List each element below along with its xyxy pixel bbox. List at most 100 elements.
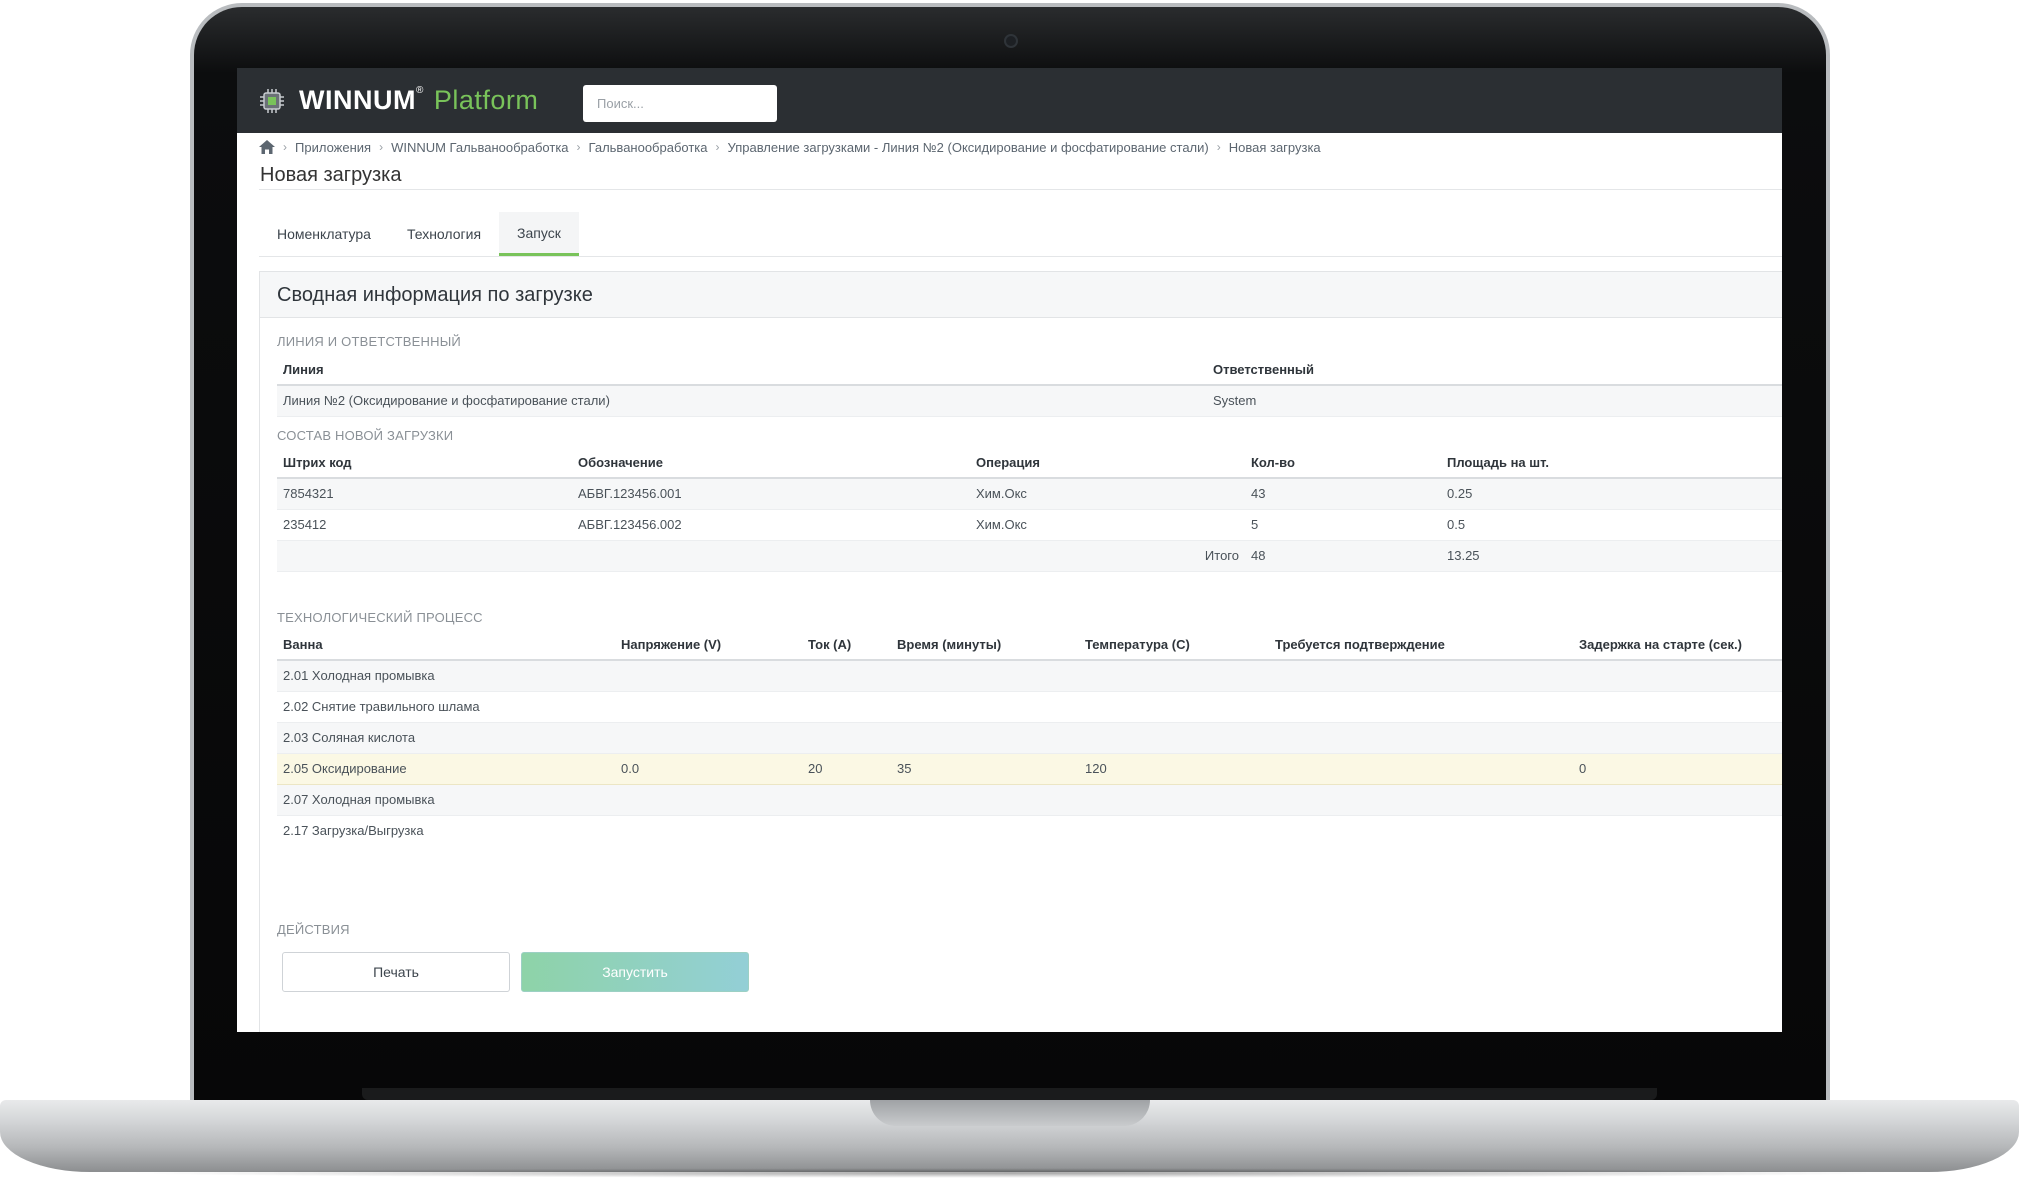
- table-cell: [1079, 691, 1269, 723]
- bath-cell: 2.05 Оксидирование: [277, 752, 615, 785]
- table-row: 2.02 Снятие травильного шлама: [277, 691, 1782, 723]
- column-header: Ответственный: [1207, 354, 1782, 386]
- breadcrumb-separator: ›: [715, 140, 720, 154]
- table-row: Линия №2 (Оксидирование и фосфатирование…: [277, 385, 1782, 417]
- composition-table: Штрих код Обозначение Операция Кол-во Пл…: [277, 447, 1782, 572]
- column-header: Ток (А): [802, 629, 891, 661]
- breadcrumb-item-galvano[interactable]: Гальванообработка: [589, 140, 708, 155]
- table-cell: [1079, 722, 1269, 754]
- table-cell: [1269, 722, 1573, 754]
- breadcrumb-item-current: Новая загрузка: [1228, 139, 1321, 155]
- table-cell: [802, 815, 891, 846]
- column-header: Линия: [277, 354, 1207, 386]
- brand-name: WINNUM: [299, 85, 416, 115]
- table-cell: [802, 722, 891, 754]
- breadcrumb: › Приложения › WINNUM Гальванообработка …: [259, 136, 1321, 158]
- table-cell: [891, 660, 1079, 692]
- table-row: 2.03 Соляная кислота: [277, 722, 1782, 754]
- table-row: 2.17 Загрузка/Выгрузка: [277, 815, 1782, 846]
- line-table: Линия Ответственный Линия №2 (Оксидирова…: [277, 354, 1782, 417]
- table-cell: [1573, 784, 1782, 816]
- panel-header: Сводная информация по загрузке: [259, 271, 1782, 318]
- table-cell: [1573, 660, 1782, 692]
- tab-launch[interactable]: Запуск: [499, 212, 579, 256]
- brand-logo[interactable]: WINNUM® Platform: [299, 85, 538, 116]
- column-header: Температура (С): [1079, 629, 1269, 661]
- run-button[interactable]: Запустить: [521, 952, 749, 992]
- breadcrumb-separator: ›: [283, 140, 287, 154]
- table-cell: [615, 815, 802, 846]
- table-row-highlighted: 2.05 Оксидирование 0.0 20 35 120 0: [277, 752, 1782, 785]
- camera-icon: [1004, 34, 1018, 48]
- table-cell: 43: [1245, 478, 1441, 510]
- section-label-process: ТЕХНОЛОГИЧЕСКИЙ ПРОЦЕСС: [277, 610, 483, 625]
- column-header: Обозначение: [572, 447, 970, 479]
- table-cell: [1573, 691, 1782, 723]
- table-row: 2.01 Холодная промывка: [277, 660, 1782, 692]
- table-cell: [277, 540, 572, 572]
- tab-nomenclature[interactable]: Номенклатура: [259, 212, 389, 256]
- column-header: Напряжение (V): [615, 629, 802, 661]
- process-table: Ванна Напряжение (V) Ток (А) Время (мину…: [277, 629, 1782, 846]
- panel-body: ЛИНИЯ И ОТВЕТСТВЕННЫЙ Линия Ответственны…: [259, 318, 1782, 1032]
- line-cell: Линия №2 (Оксидирование и фосфатирование…: [277, 385, 1207, 417]
- brand-registered-mark: ®: [415, 85, 424, 96]
- tabs-divider: [259, 256, 1782, 257]
- table-cell: 5: [1245, 509, 1441, 541]
- table-cell: [615, 784, 802, 816]
- total-area: 13.25: [1441, 540, 1782, 572]
- table-cell: [891, 722, 1079, 754]
- table-row: 2.07 Холодная промывка: [277, 784, 1782, 816]
- section-label-composition: СОСТАВ НОВОЙ ЗАГРУЗКИ: [277, 428, 454, 443]
- title-divider: [259, 189, 1782, 190]
- confirmation-cell: [1269, 752, 1573, 785]
- tab-technology[interactable]: Технология: [389, 212, 499, 256]
- table-cell: АБВГ.123456.002: [572, 509, 970, 541]
- column-header: Требуется подтверждение: [1269, 629, 1573, 661]
- table-cell: [615, 660, 802, 692]
- laptop-hinge: [362, 1088, 1657, 1100]
- voltage-cell: 0.0: [615, 752, 802, 785]
- column-header: Время (минуты): [891, 629, 1079, 661]
- breadcrumb-item-winnum-galvano[interactable]: WINNUM Гальванообработка: [391, 140, 568, 155]
- table-cell: [891, 784, 1079, 816]
- table-row: 235412 АБВГ.123456.002 Хим.Окс 5 0.5: [277, 509, 1782, 541]
- table-cell: АБВГ.123456.001: [572, 478, 970, 510]
- breadcrumb-item-load-management[interactable]: Управление загрузками - Линия №2 (Оксиди…: [728, 140, 1209, 155]
- breadcrumb-separator: ›: [379, 140, 384, 154]
- section-label-actions: ДЕЙСТВИЯ: [277, 922, 350, 937]
- chip-logo-icon: [260, 89, 284, 113]
- table-cell: [572, 540, 970, 572]
- table-cell: [615, 691, 802, 723]
- time-cell: 35: [891, 752, 1079, 785]
- breadcrumb-separator: ›: [576, 140, 581, 154]
- screen: WINNUM® Platform › Приложения › WINNUM Га…: [237, 68, 1782, 1032]
- table-row: 7854321 АБВГ.123456.001 Хим.Окс 43 0.25: [277, 478, 1782, 510]
- total-qty: 48: [1245, 540, 1441, 572]
- table-cell: 235412: [277, 509, 572, 541]
- laptop-shadow: [120, 1168, 1900, 1178]
- home-icon[interactable]: [259, 140, 275, 154]
- panel-title: Сводная информация по загрузке: [277, 284, 593, 306]
- table-cell: [802, 660, 891, 692]
- table-header-row: Ванна Напряжение (V) Ток (А) Время (мину…: [277, 629, 1782, 661]
- column-header: Штрих код: [277, 447, 572, 479]
- column-header: Задержка на старте (сек.): [1573, 629, 1782, 661]
- column-header: Операция: [970, 447, 1245, 479]
- table-cell: [891, 815, 1079, 846]
- table-cell: [802, 784, 891, 816]
- table-header-row: Штрих код Обозначение Операция Кол-во Пл…: [277, 447, 1782, 479]
- bath-cell: 2.01 Холодная промывка: [277, 660, 615, 692]
- print-button[interactable]: Печать: [282, 952, 510, 992]
- table-cell: 0.5: [1441, 509, 1782, 541]
- breadcrumb-separator: ›: [1216, 140, 1221, 154]
- bath-cell: 2.03 Соляная кислота: [277, 722, 615, 754]
- breadcrumb-item-apps[interactable]: Приложения: [295, 140, 371, 155]
- table-total-row: Итого 48 13.25: [277, 540, 1782, 572]
- table-header-row: Линия Ответственный: [277, 354, 1782, 386]
- total-label: Итого: [970, 540, 1245, 572]
- current-cell: 20: [802, 752, 891, 785]
- table-cell: 0.25: [1441, 478, 1782, 510]
- search-input[interactable]: [583, 85, 777, 122]
- start-delay-cell: 0: [1573, 752, 1782, 785]
